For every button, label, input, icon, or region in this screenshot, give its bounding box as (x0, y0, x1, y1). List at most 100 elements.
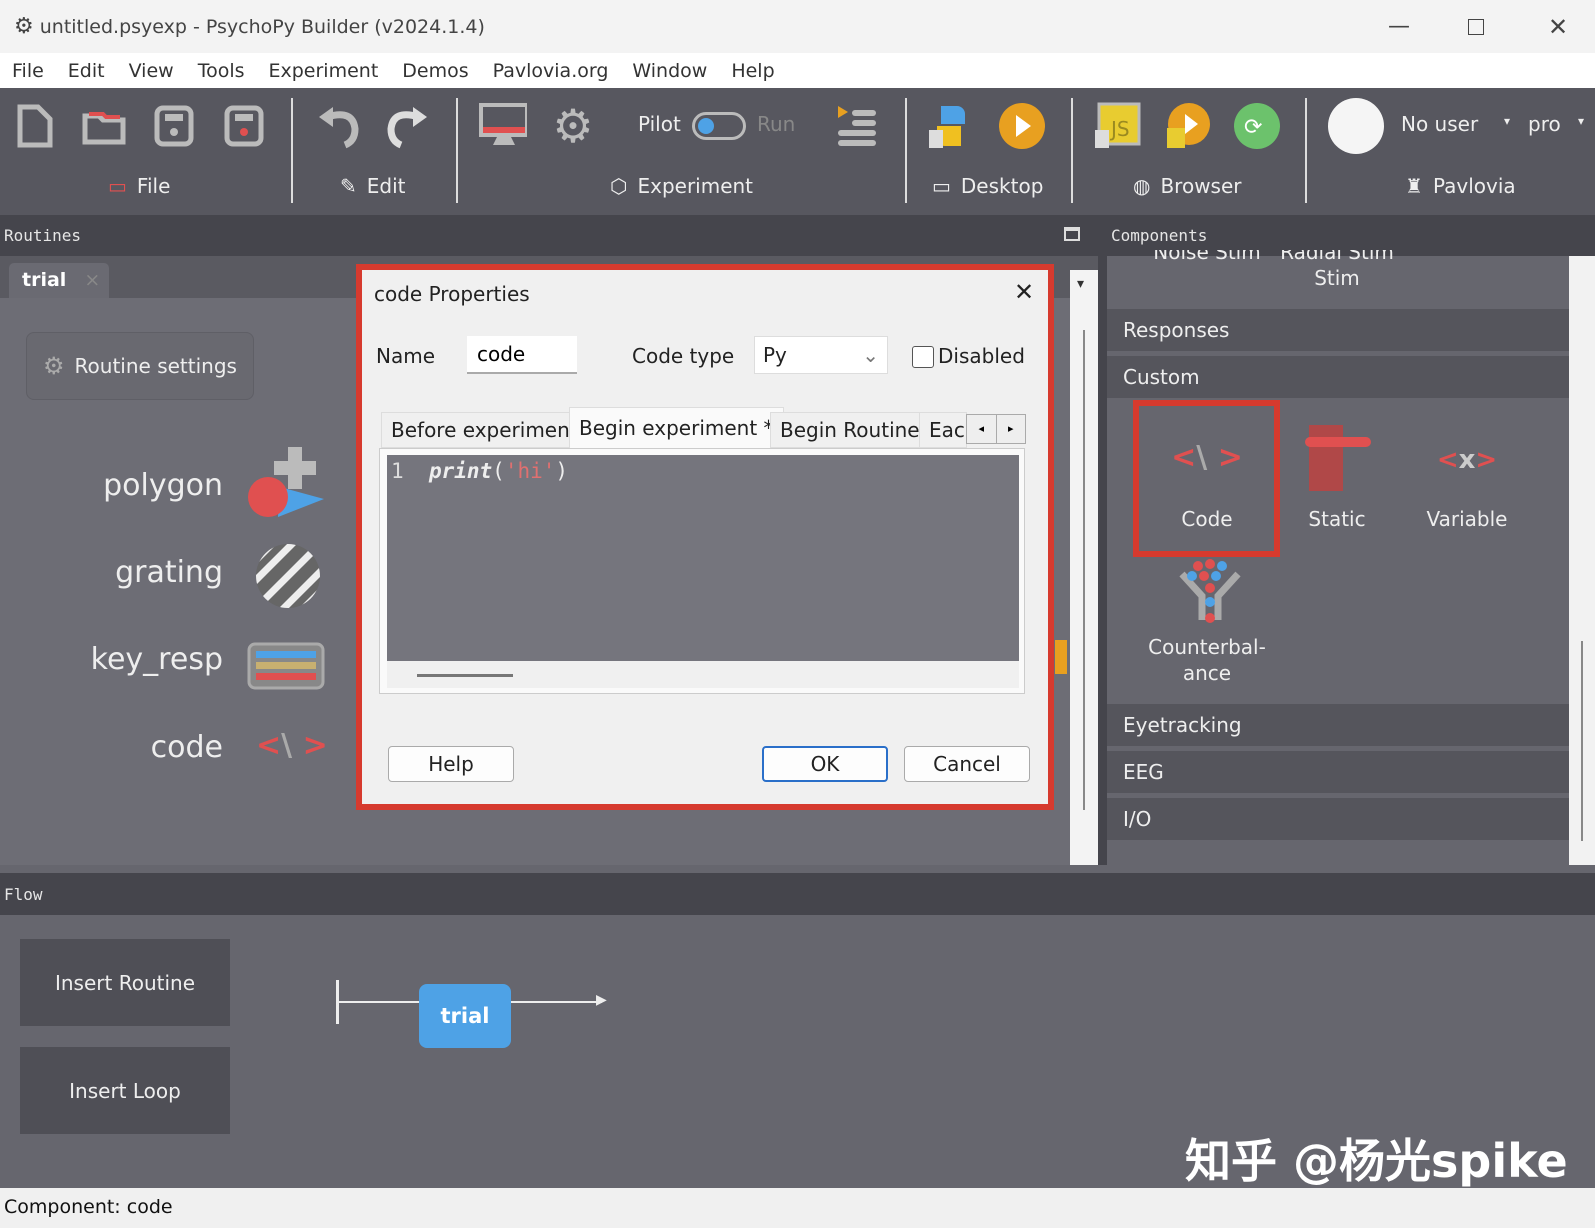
code-highlight-box (1133, 400, 1280, 557)
category-eyetracking[interactable]: Eyetracking (1107, 704, 1569, 746)
disabled-checkbox[interactable] (912, 346, 934, 368)
routine-scrollbar[interactable]: ▾ (1070, 270, 1098, 865)
component-label-polygon[interactable]: polygon (103, 468, 223, 503)
save-as-icon[interactable] (220, 102, 268, 150)
code-component-icon[interactable]: <\ > (1142, 440, 1272, 475)
menu-help[interactable]: Help (719, 60, 786, 82)
sync-icon[interactable]: ⟳ (1233, 102, 1281, 150)
code-editor[interactable]: 1 print('hi') (387, 455, 1019, 661)
polygon-icon[interactable] (244, 445, 330, 525)
component-counterbalance[interactable]: Counterbal-ance (1142, 634, 1272, 686)
edit-group-label: ✎ Edit (340, 174, 406, 198)
routine-tab-trial[interactable]: trial × (9, 263, 109, 298)
menu-window[interactable]: Window (620, 60, 719, 82)
components-scrollbar[interactable] (1569, 256, 1595, 865)
menu-edit[interactable]: Edit (56, 60, 117, 82)
minimize-button[interactable]: — (1388, 14, 1410, 39)
tab-begin-routine[interactable]: Begin Routine (770, 412, 930, 448)
close-window-button[interactable]: ✕ (1548, 13, 1568, 41)
tab-before-experiment[interactable]: Before experiment (381, 412, 588, 448)
code-type-select[interactable]: Py ⌄ (754, 336, 888, 374)
component-radial-stim[interactable]: Stim (1272, 266, 1402, 290)
cancel-button[interactable]: Cancel (904, 746, 1030, 782)
save-icon[interactable] (150, 102, 198, 150)
tab-scroll-left[interactable]: ◂ (967, 415, 997, 443)
component-label-code[interactable]: code (151, 730, 223, 765)
component-radial-stim-partial[interactable]: Radial Stim (1272, 250, 1402, 262)
menu-view[interactable]: View (117, 60, 186, 82)
project-dropdown-icon[interactable]: ▾ (1578, 114, 1584, 128)
category-io[interactable]: I/O (1107, 798, 1569, 840)
menu-pavlovia[interactable]: Pavlovia.org (481, 60, 621, 82)
menu-file[interactable]: File (0, 60, 56, 82)
redo-icon[interactable] (382, 102, 430, 150)
keyboard-icon[interactable] (247, 642, 325, 690)
monitor-icon[interactable] (479, 102, 527, 150)
variable-icon[interactable]: <x> (1402, 445, 1532, 475)
category-eeg[interactable]: EEG (1107, 751, 1569, 793)
grating-icon[interactable] (254, 542, 322, 610)
tab-scroll-right[interactable]: ▸ (997, 415, 1026, 443)
dialog-title: code Properties (374, 282, 530, 306)
cube-icon: ⬡ (610, 174, 628, 198)
name-label: Name (376, 344, 436, 368)
desktop-group-label: ▭ Desktop (932, 174, 1044, 198)
status-text: Component: code (4, 1196, 173, 1218)
pilot-run-toggle[interactable] (692, 112, 746, 140)
code-icon[interactable]: <\ > (256, 728, 328, 763)
svg-text:⟳: ⟳ (1244, 115, 1262, 140)
project-name[interactable]: pro (1528, 112, 1561, 136)
compile-list-icon[interactable] (834, 102, 882, 150)
user-name[interactable]: No user (1401, 112, 1478, 136)
maximize-button[interactable] (1468, 18, 1484, 35)
timeline-bar (1055, 640, 1067, 674)
open-folder-icon[interactable] (80, 102, 128, 150)
close-tab-icon[interactable]: × (84, 269, 100, 291)
maximize-panel-icon[interactable] (1064, 227, 1080, 241)
chevron-down-icon: ⌄ (862, 343, 879, 367)
monitor-small-icon: ▭ (932, 174, 951, 198)
static-icon[interactable] (1303, 423, 1373, 493)
menu-experiment[interactable]: Experiment (257, 60, 391, 82)
flow-header: Flow (0, 873, 1595, 915)
python-script-icon[interactable] (927, 102, 975, 150)
category-custom[interactable]: Custom (1107, 356, 1569, 398)
line-number: 1 (391, 459, 404, 483)
js-script-icon[interactable]: JS (1093, 102, 1141, 150)
routine-settings-button[interactable]: ⚙ Routine settings (26, 332, 254, 400)
component-noise-stim[interactable]: Noise Stim (1142, 250, 1272, 262)
dialog-close-button[interactable]: ✕ (1014, 278, 1034, 306)
undo-icon[interactable] (316, 102, 364, 150)
user-avatar[interactable] (1328, 98, 1384, 154)
run-browser-icon[interactable] (1163, 102, 1211, 150)
component-static[interactable]: Static (1272, 507, 1402, 531)
svg-text:JS: JS (1109, 117, 1130, 141)
component-label-key-resp[interactable]: key_resp (91, 642, 223, 677)
menu-tools[interactable]: Tools (186, 60, 257, 82)
category-responses[interactable]: Responses (1107, 309, 1569, 351)
run-label: Run (757, 112, 796, 136)
insert-routine-button[interactable]: Insert Routine (20, 939, 230, 1026)
routines-header: Routines (0, 215, 1098, 256)
user-dropdown-icon[interactable]: ▾ (1504, 114, 1510, 128)
insert-loop-button[interactable]: Insert Loop (20, 1047, 230, 1134)
counterbalance-icon[interactable] (1178, 558, 1242, 628)
editor-h-scrollbar[interactable] (387, 661, 1019, 688)
component-label-grating[interactable]: grating (115, 555, 223, 590)
help-button[interactable]: Help (388, 746, 514, 782)
tab-begin-experiment[interactable]: Begin experiment * (569, 407, 784, 448)
ok-button[interactable]: OK (762, 746, 888, 782)
name-input[interactable] (467, 336, 577, 374)
globe-icon: ◍ (1133, 174, 1151, 198)
toolbar: ⚙ Pilot Run JS ⟳ No user ▾ pro ▾ ▭ File ✎… (0, 88, 1595, 215)
component-code[interactable]: Code (1142, 507, 1272, 531)
gear-icon[interactable]: ⚙ (549, 99, 597, 153)
new-file-icon[interactable] (10, 102, 58, 150)
flow-routine-trial[interactable]: trial (419, 984, 511, 1048)
tab-each-frame[interactable]: Eac (919, 412, 967, 448)
menu-demos[interactable]: Demos (390, 60, 480, 82)
run-desktop-icon[interactable] (998, 102, 1046, 150)
component-variable[interactable]: Variable (1402, 507, 1532, 531)
status-bar: Component: code (0, 1188, 1595, 1228)
scroll-dropdown-icon[interactable]: ▾ (1077, 276, 1084, 292)
